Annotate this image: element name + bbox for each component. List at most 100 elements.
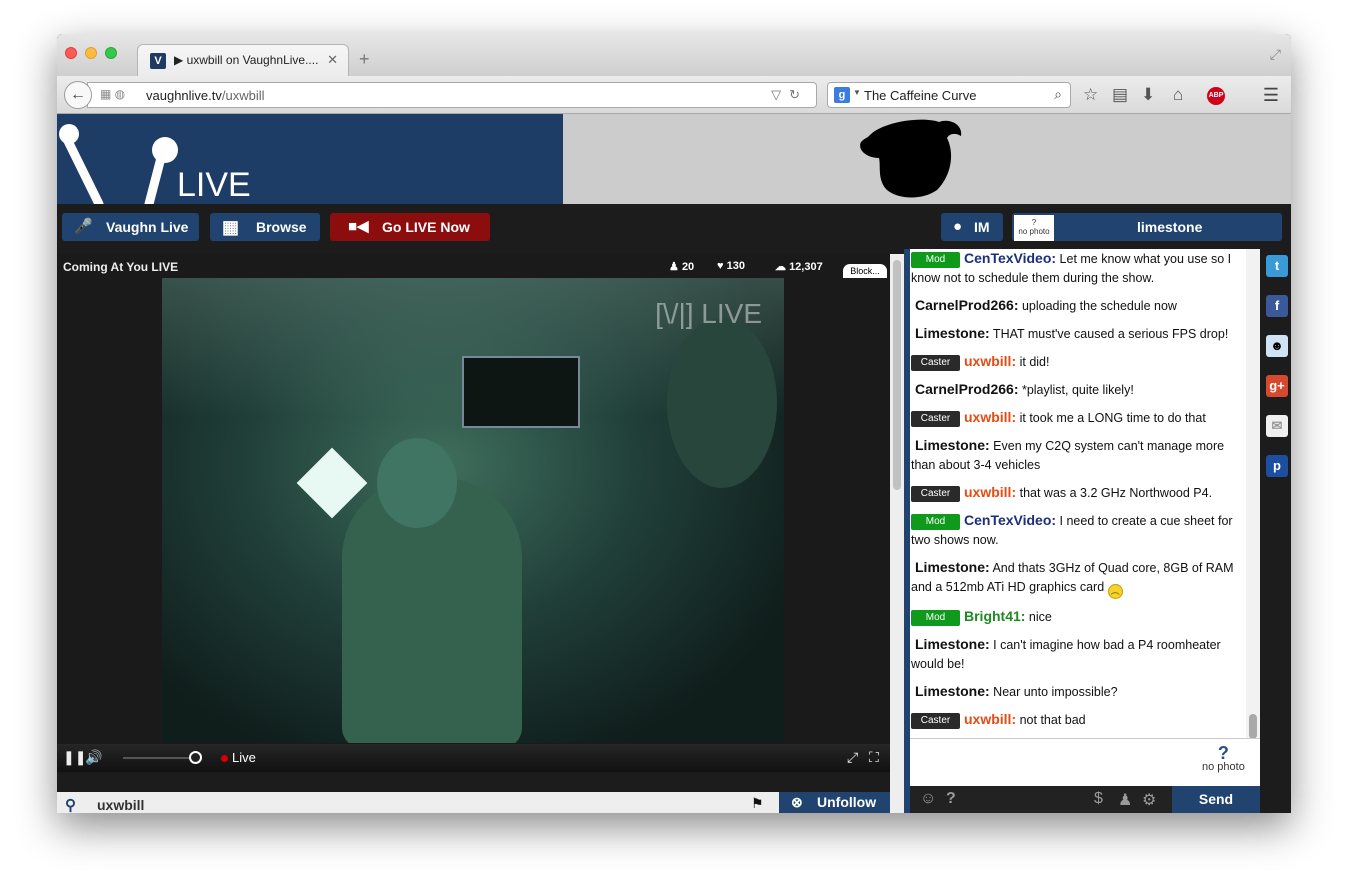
twitter-icon[interactable]: t (1266, 255, 1288, 277)
pinterest-icon[interactable]: p (1266, 455, 1288, 477)
url-text[interactable]: vaughnlive.tv/uxwbill (146, 88, 265, 103)
minimize-window-button[interactable] (85, 47, 97, 59)
fullscreen-icon[interactable]: ⤢ (1270, 46, 1281, 63)
im-label: IM (974, 219, 990, 235)
google-plus-icon[interactable]: g+ (1266, 375, 1288, 397)
chevron-down-icon[interactable]: ▼ (853, 88, 861, 97)
reading-list-icon[interactable]: ▤ (1112, 85, 1128, 105)
vaughn-live-label: Vaughn Live (106, 219, 189, 235)
video-frame[interactable]: [\/|] LIVE (162, 278, 784, 743)
chat-scrollbar-thumb[interactable] (1249, 714, 1257, 739)
volume-slider-knob[interactable] (189, 751, 202, 764)
cloud-icon: ☁ (775, 261, 786, 273)
close-window-button[interactable] (65, 47, 77, 59)
browse-button[interactable]: ▦ Browse (210, 213, 320, 241)
heart-icon: ♥ (717, 260, 724, 272)
person-icon: ♟ (669, 261, 679, 273)
bookmark-star-icon[interactable]: ☆ (1083, 85, 1098, 105)
chat-avatar-no-photo-label: no photo (1202, 761, 1245, 773)
chat-username[interactable]: CenTexVideo: (964, 250, 1056, 266)
send-button[interactable]: Send (1172, 786, 1260, 813)
chat-text: uploading the schedule now (1018, 299, 1177, 313)
video-player[interactable]: Coming At You LIVE ♟ 20 ♥ 130 ☁ 12,307 B… (57, 254, 890, 774)
avatar-question-mark: ? (1031, 218, 1037, 227)
chat-text: *playlist, quite likely! (1018, 383, 1134, 397)
chat-username[interactable]: CarnelProd266: (915, 381, 1018, 397)
video-watermark-text: LIVE (701, 298, 762, 329)
chat-username[interactable]: Bright41: (964, 608, 1025, 624)
browser-tab-active[interactable]: V ▶ uxwbill on VaughnLive.... ✕ (137, 44, 349, 76)
chat-username[interactable]: uxwbill: (964, 409, 1016, 425)
mod-badge: Mod (911, 514, 960, 530)
instant-message-button[interactable]: ● IM (941, 213, 1003, 241)
adblock-icon[interactable]: ABP (1207, 87, 1225, 105)
chat-username[interactable]: CarnelProd266: (915, 297, 1018, 313)
google-search-engine-icon[interactable]: g (834, 87, 850, 103)
search-icon[interactable]: ⌕ (1054, 86, 1062, 103)
chat-text: it took me a LONG time to do that (1016, 411, 1206, 425)
tip-icon[interactable]: $ (1094, 790, 1103, 808)
microphone-icon: ⚲ (65, 797, 76, 813)
new-tab-icon[interactable]: + (359, 49, 370, 70)
channel-name[interactable]: uxwbill (97, 797, 144, 813)
chat-message: Caster uxwbill: that was a 3.2 GHz Northw… (910, 479, 1246, 507)
vaughn-live-button[interactable]: 🎤 Vaughn Live (62, 213, 199, 241)
volume-icon[interactable]: 🔊 (85, 749, 102, 766)
close-tab-icon[interactable]: ✕ (327, 52, 338, 68)
site-logo-banner[interactable]: LIVE (57, 114, 563, 204)
email-icon[interactable]: ✉ (1266, 415, 1288, 437)
home-icon[interactable]: ⌂ (1173, 85, 1183, 105)
volume-slider-track[interactable] (123, 757, 199, 759)
user-icon[interactable]: ♟ (1118, 790, 1132, 810)
popout-icon[interactable]: ⤢ (847, 749, 858, 766)
chat-message: Mod CenTexVideo: I need to create a cue s… (910, 507, 1246, 554)
chat-username[interactable]: Limestone: (915, 636, 990, 652)
unfollow-label: Unfollow (817, 794, 877, 810)
chat-scrollbar[interactable] (1246, 249, 1260, 786)
search-input[interactable]: The Caffeine Curve (864, 88, 977, 103)
unfollow-button[interactable]: ⊗ Unfollow (779, 792, 890, 813)
address-bar[interactable]: ▦ ◍ vaughnlive.tv/uxwbill ▽↻ (87, 82, 817, 108)
page-scrollbar[interactable] (890, 254, 904, 813)
emoji-icon[interactable]: ☺ (920, 790, 936, 808)
chat-username[interactable]: Limestone: (915, 683, 990, 699)
chat-username[interactable]: Limestone: (915, 437, 990, 453)
chat-text: nice (1025, 610, 1052, 624)
flag-icon[interactable]: ⚑ (751, 795, 764, 812)
fullscreen-player-icon[interactable]: ⛶ (869, 749, 879, 766)
chat-username[interactable]: uxwbill: (964, 484, 1016, 500)
chat-panel: Mod CenTexVideo: Let me know what you use… (910, 249, 1260, 786)
zoom-window-button[interactable] (105, 47, 117, 59)
chat-username[interactable]: Limestone: (915, 325, 990, 341)
chat-username[interactable]: CenTexVideo: (964, 512, 1056, 528)
chat-username[interactable]: uxwbill: (964, 353, 1016, 369)
user-menu-button[interactable]: ? no photo limestone (1012, 213, 1282, 241)
chat-username[interactable]: uxwbill: (964, 711, 1016, 727)
go-live-button[interactable]: ■◀ Go LIVE Now (330, 213, 490, 241)
url-host: vaughnlive.tv (146, 88, 222, 103)
facebook-icon[interactable]: f (1266, 295, 1288, 317)
chat-input[interactable]: ? no photo (910, 738, 1260, 786)
pause-icon[interactable]: ❚❚ (63, 749, 86, 766)
viewer-count-value: 20 (681, 261, 695, 273)
chat-text: THAT must've caused a serious FPS drop! (989, 327, 1229, 341)
chat-text: not that bad (1016, 713, 1086, 727)
help-icon[interactable]: ? (946, 790, 956, 808)
back-button[interactable]: ← (64, 81, 92, 109)
chat-message: Caster uxwbill: it did! (910, 348, 1246, 376)
page-scrollbar-thumb[interactable] (893, 260, 901, 490)
gear-icon[interactable]: ⚙ (1142, 790, 1156, 810)
chat-toolbar: ☺ ? $ ♟ ⚙ Send (910, 786, 1260, 813)
menu-icon[interactable]: ☰ (1263, 85, 1279, 106)
block-button[interactable]: Block... (843, 264, 887, 278)
chat-username[interactable]: Limestone: (915, 559, 990, 575)
reddit-icon[interactable]: ☻ (1266, 335, 1288, 357)
player-controls: ❚❚ 🔊 Live ⤢ ⛶ (57, 744, 890, 772)
site-identity-icon[interactable]: ▦ ◍ (100, 87, 125, 101)
download-icon[interactable]: ⬇ (1141, 85, 1155, 105)
search-bar[interactable]: g ▼ The Caffeine Curve ⌕ (827, 82, 1071, 108)
web-page: LIVE 🎤 Vaughn Live ▦ Browse ■◀ Go LIVE N… (57, 114, 1291, 813)
chat-message: Caster uxwbill: it took me a LONG time to… (910, 404, 1246, 432)
chat-message: Mod CenTexVideo: Let me know what you use… (910, 249, 1246, 292)
reload-icon[interactable]: ▽↻ (771, 87, 808, 103)
